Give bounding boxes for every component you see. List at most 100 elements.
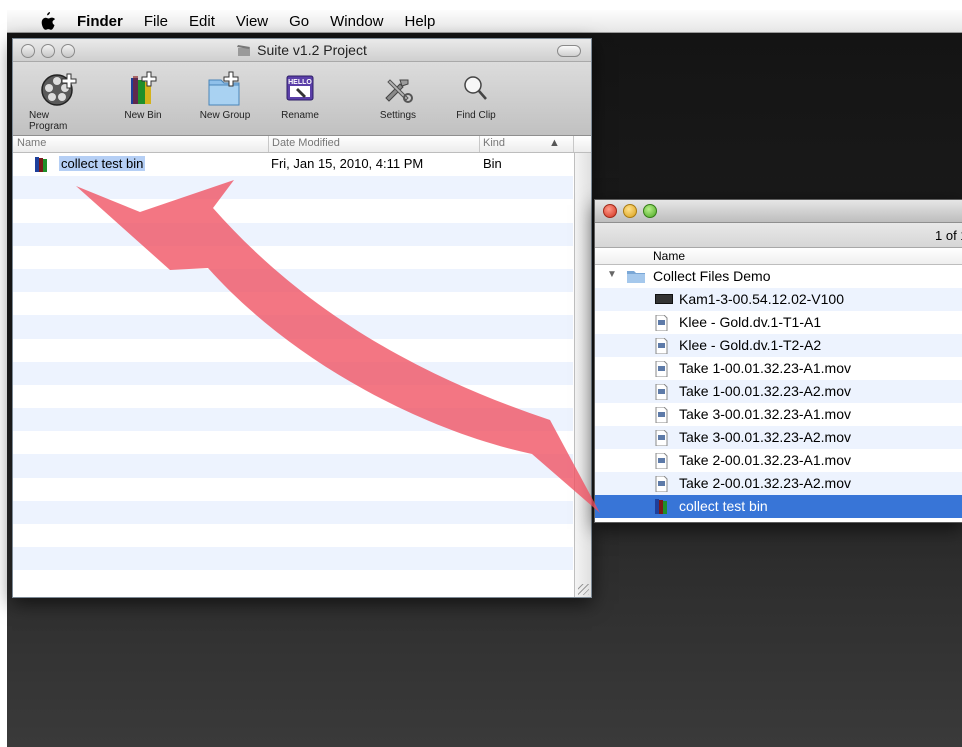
column-kind[interactable]: Kind xyxy=(483,137,505,149)
empty-row xyxy=(13,361,573,385)
document-icon xyxy=(655,406,668,426)
hello-nametag-icon: HELLO xyxy=(284,68,316,110)
document-icon xyxy=(655,360,668,380)
video-clip-icon xyxy=(655,292,673,308)
document-icon xyxy=(655,337,668,357)
bin-kind: Bin xyxy=(483,156,502,171)
menu-window[interactable]: Window xyxy=(330,13,383,30)
new-program-label: New Program xyxy=(29,110,68,132)
empty-row xyxy=(13,338,573,362)
project-titlebar[interactable]: Suite v1.2 Project xyxy=(13,39,591,62)
menu-bar: Finder File Edit View Go Window Help xyxy=(7,10,962,33)
item-name: Klee - Gold.dv.1-T2-A2 xyxy=(679,337,822,353)
empty-row xyxy=(13,477,573,501)
item-name: Take 1-00.01.32.23-A2.mov xyxy=(679,383,851,399)
item-name: Take 3-00.01.32.23-A1.mov xyxy=(679,406,851,422)
menu-help[interactable]: Help xyxy=(405,13,436,30)
window-title-text: Suite v1.2 Project xyxy=(257,42,367,58)
find-clip-label: Find Clip xyxy=(456,110,496,121)
column-date-modified[interactable]: Date Modified xyxy=(272,137,340,149)
resize-grip-icon[interactable] xyxy=(578,584,589,595)
item-name: collect test bin xyxy=(679,498,768,514)
finder-titlebar[interactable] xyxy=(595,200,962,223)
folder-name[interactable]: Collect Files Demo xyxy=(653,268,770,284)
minimize-button[interactable] xyxy=(623,204,637,218)
column-header: Name xyxy=(595,248,962,265)
list-item[interactable]: Take 1-00.01.32.23-A1.mov xyxy=(595,357,962,380)
column-name[interactable]: Name xyxy=(17,137,46,149)
finder-window: 1 of 11 Name ▼ Collect Files Demo Kam1-3… xyxy=(594,199,962,523)
empty-row xyxy=(13,431,573,455)
project-window: Suite v1.2 Project New Program New Bin N… xyxy=(12,38,592,598)
menu-view[interactable]: View xyxy=(236,13,268,30)
list-item[interactable]: Take 3-00.01.32.23-A1.mov xyxy=(595,403,962,426)
item-name: Take 3-00.01.32.23-A2.mov xyxy=(679,429,851,445)
list-item[interactable]: Kam1-3-00.54.12.02-V100 xyxy=(595,288,962,311)
empty-row xyxy=(13,524,573,548)
menu-finder[interactable]: Finder xyxy=(77,13,123,30)
new-group-button[interactable]: New Group xyxy=(195,68,255,121)
list-item[interactable]: Take 3-00.01.32.23-A2.mov xyxy=(595,426,962,449)
empty-row xyxy=(13,408,573,432)
menu-edit[interactable]: Edit xyxy=(189,13,215,30)
vertical-scrollbar[interactable] xyxy=(574,153,591,597)
item-name: Take 1-00.01.32.23-A1.mov xyxy=(679,360,851,376)
list-item[interactable]: Take 2-00.01.32.23-A2.mov xyxy=(595,472,962,495)
document-icon xyxy=(655,475,668,495)
selection-count: 1 of 11 xyxy=(935,228,962,243)
bin-name[interactable]: collect test bin xyxy=(59,156,146,171)
folder-row[interactable]: ▼ Collect Files Demo xyxy=(595,265,962,288)
new-program-button[interactable]: New Program xyxy=(29,68,89,132)
list-item[interactable]: Klee - Gold.dv.1-T2-A2 xyxy=(595,334,962,357)
item-name: Kam1-3-00.54.12.02-V100 xyxy=(679,291,844,307)
empty-row xyxy=(13,384,573,409)
project-list: collect test bin Fri, Jan 15, 2010, 4:11… xyxy=(13,153,573,597)
list-item[interactable]: Take 1-00.01.32.23-A2.mov xyxy=(595,380,962,403)
zoom-button[interactable] xyxy=(643,204,657,218)
column-name[interactable]: Name xyxy=(653,249,685,263)
empty-row xyxy=(13,500,573,524)
settings-label: Settings xyxy=(379,110,417,121)
empty-row xyxy=(13,547,573,571)
document-icon xyxy=(655,383,668,403)
empty-row xyxy=(13,315,573,339)
empty-row xyxy=(13,245,573,269)
settings-button[interactable]: Settings xyxy=(375,68,421,121)
new-group-label: New Group xyxy=(199,110,251,121)
list-item[interactable]: Klee - Gold.dv.1-T1-A1 xyxy=(595,311,962,334)
menu-go[interactable]: Go xyxy=(289,13,309,30)
toolbar-toggle-button[interactable] xyxy=(557,45,581,57)
apple-menu-icon[interactable] xyxy=(39,11,63,31)
empty-row xyxy=(13,199,573,223)
find-clip-button[interactable]: Find Clip xyxy=(453,68,499,121)
list-item[interactable]: collect test bin Fri, Jan 15, 2010, 4:11… xyxy=(13,153,573,177)
document-icon xyxy=(655,429,668,449)
document-icon xyxy=(655,314,668,334)
list-item-selected[interactable]: collect test bin xyxy=(595,495,962,518)
close-button[interactable] xyxy=(603,204,617,218)
empty-row xyxy=(13,454,573,478)
column-header: Name Date Modified Kind ▲ xyxy=(13,136,591,153)
new-bin-button[interactable]: New Bin xyxy=(121,68,165,121)
folder-icon xyxy=(627,269,645,286)
project-toolbar: New Program New Bin New Group HELLO Rena… xyxy=(13,62,591,136)
new-bin-label: New Bin xyxy=(124,110,162,121)
bin-plus-icon xyxy=(125,68,161,110)
film-reel-plus-icon xyxy=(39,68,79,110)
empty-row xyxy=(13,176,573,200)
tools-icon xyxy=(380,68,416,110)
rename-button[interactable]: HELLO Rename xyxy=(277,68,323,121)
sort-ascending-icon: ▲ xyxy=(549,137,560,149)
clapper-icon xyxy=(237,44,251,60)
menu-file[interactable]: File xyxy=(144,13,168,30)
item-name: Take 2-00.01.32.23-A2.mov xyxy=(679,475,851,491)
item-name: Klee - Gold.dv.1-T1-A1 xyxy=(679,314,822,330)
empty-row xyxy=(13,292,573,316)
empty-row xyxy=(13,222,573,246)
list-item[interactable]: Take 2-00.01.32.23-A1.mov xyxy=(595,449,962,472)
bin-icon xyxy=(655,499,667,517)
disclosure-triangle-icon[interactable]: ▼ xyxy=(607,269,617,280)
bin-date: Fri, Jan 15, 2010, 4:11 PM xyxy=(271,156,424,171)
magnifier-icon xyxy=(461,68,491,110)
item-name: Take 2-00.01.32.23-A1.mov xyxy=(679,452,851,468)
